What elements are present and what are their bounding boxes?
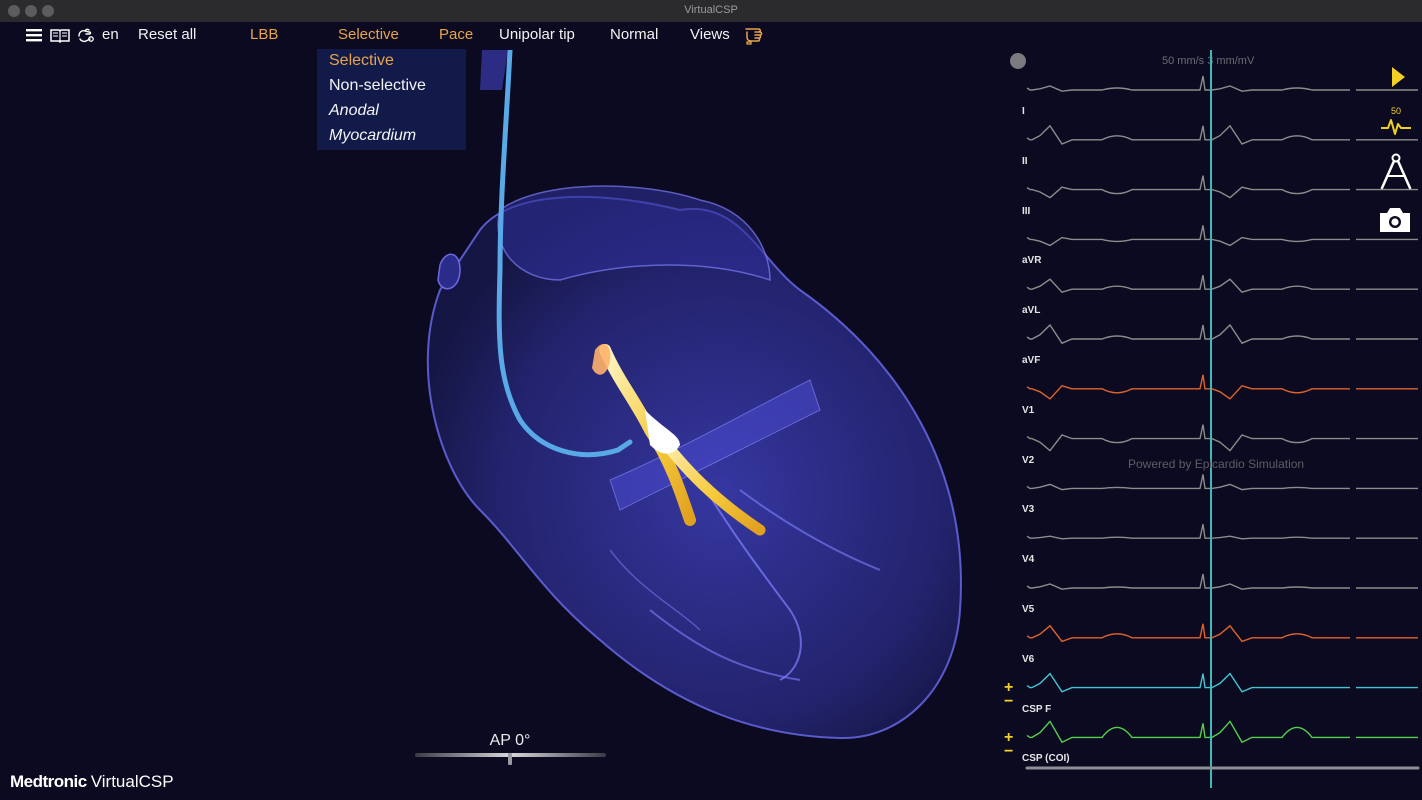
- pointing-hand-icon[interactable]: [744, 26, 764, 50]
- vessel-ring: [437, 253, 461, 290]
- app-canvas: en Reset all LBB Selective Pace Unipolar…: [0, 22, 1422, 800]
- brand-logo: Medtronic VirtualCSP: [10, 772, 174, 792]
- ecg-trace-i: [1026, 75, 1350, 92]
- lead-type-selector[interactable]: Unipolar tip: [499, 26, 575, 43]
- mode-selector[interactable]: Pace: [439, 26, 473, 43]
- ecg-trace-v1: [1026, 374, 1350, 400]
- csp-coi-gain-decrease[interactable]: −: [1004, 744, 1013, 760]
- product-name: VirtualCSP: [90, 772, 174, 791]
- ecg-trace-ii: [1026, 124, 1350, 145]
- region-selector[interactable]: LBB: [250, 26, 278, 43]
- view-rotation-knob[interactable]: [508, 753, 512, 765]
- book-icon[interactable]: [50, 28, 70, 48]
- top-toolbar: en Reset all LBB Selective Pace Unipolar…: [0, 22, 1000, 48]
- hamburger-icon[interactable]: [26, 28, 42, 47]
- ecg-trace-v5: [1026, 573, 1350, 590]
- speed-badge: 50: [1391, 106, 1401, 116]
- speed-selector[interactable]: Normal: [610, 26, 658, 43]
- window-titlebar: VirtualCSP: [0, 0, 1422, 23]
- hand-icon[interactable]: [77, 27, 95, 48]
- capture-option-anodal[interactable]: Anodal: [329, 102, 379, 120]
- capture-selector[interactable]: Selective: [338, 26, 399, 43]
- heart-3d-view[interactable]: [380, 50, 980, 750]
- ecg-traces: [1025, 50, 1420, 788]
- ecg-trace-v4: [1026, 524, 1350, 540]
- ecg-trace-v2: [1026, 424, 1350, 452]
- caliper-icon[interactable]: [1379, 152, 1413, 195]
- ecg-trace-avf: [1026, 323, 1350, 345]
- powered-by-label: Powered by Epicardio Simulation: [1128, 457, 1305, 471]
- ecg-speed-icon[interactable]: 50: [1380, 104, 1412, 143]
- ecg-trace-csp-coi-: [1026, 720, 1350, 744]
- csp-f-gain-decrease[interactable]: −: [1004, 694, 1013, 710]
- view-angle-label: AP 0°: [489, 732, 531, 749]
- ecg-trace-v6: [1026, 623, 1350, 643]
- language-selector[interactable]: en: [102, 26, 119, 43]
- ecg-trace-csp-f: [1026, 672, 1350, 693]
- atrium-shape: [497, 185, 771, 282]
- catheter-sheath: [480, 50, 508, 90]
- ecg-trace-v3: [1026, 474, 1350, 491]
- ecg-trace-avr: [1026, 225, 1350, 247]
- play-icon[interactable]: [1390, 66, 1406, 93]
- company-name: Medtronic: [10, 772, 87, 791]
- window-title: VirtualCSP: [684, 4, 738, 16]
- views-menu[interactable]: Views: [690, 26, 730, 43]
- camera-icon[interactable]: [1378, 206, 1412, 239]
- reset-all-button[interactable]: Reset all: [138, 26, 196, 43]
- ecg-trace-iii: [1026, 175, 1350, 199]
- ecg-trace-avl: [1026, 275, 1350, 293]
